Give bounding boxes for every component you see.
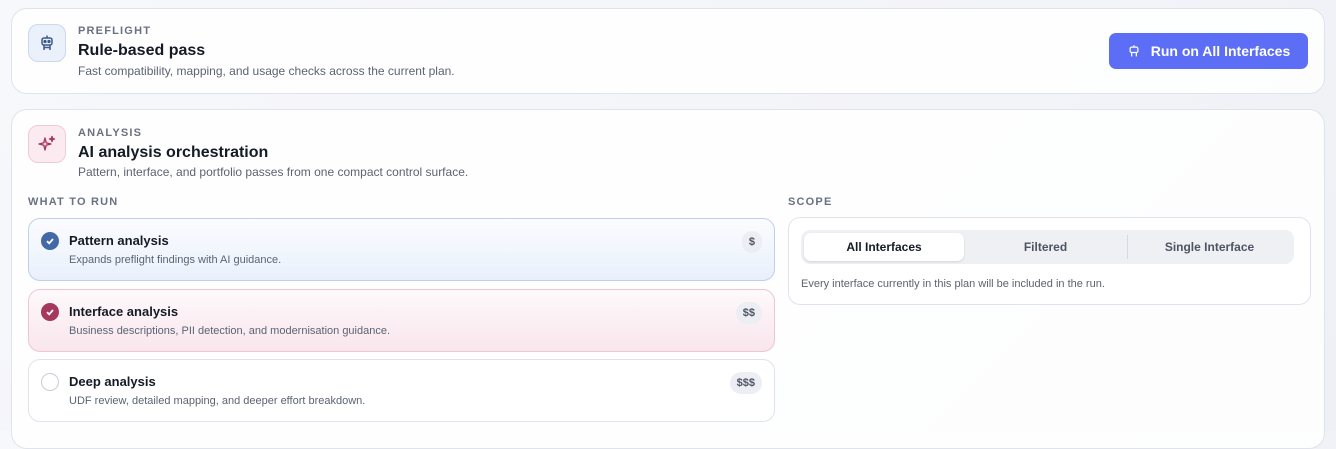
robot-icon — [28, 24, 66, 62]
checkmark-icon[interactable] — [41, 303, 59, 321]
analysis-eyebrow: ANALYSIS — [78, 127, 143, 139]
cost-badge: $ — [741, 231, 762, 253]
unchecked-circle-icon[interactable] — [41, 373, 59, 391]
what-to-run-label: WHAT TO RUN — [28, 196, 119, 208]
scope-panel: All Interfaces Filtered Single Interface… — [788, 217, 1311, 305]
robot-icon — [1129, 45, 1139, 57]
preflight-card: PREFLIGHT Rule-based pass Fast compatibi… — [11, 8, 1325, 94]
option-description: UDF review, detailed mapping, and deeper… — [69, 395, 366, 407]
run-all-interfaces-button[interactable]: Run on All Interfaces — [1109, 33, 1308, 69]
option-title: Interface analysis — [69, 304, 179, 319]
tab-all-interfaces[interactable]: All Interfaces — [804, 233, 964, 261]
scope-label: SCOPE — [788, 196, 833, 208]
analysis-card: ANALYSIS AI analysis orchestration Patte… — [11, 109, 1325, 449]
run-button-label: Run on All Interfaces — [1150, 43, 1291, 59]
sparkles-icon — [28, 125, 66, 163]
preflight-subtitle: Fast compatibility, mapping, and usage c… — [78, 64, 455, 78]
analysis-title: AI analysis orchestration — [78, 144, 269, 161]
option-title: Pattern analysis — [69, 233, 169, 248]
option-description: Expands preflight findings with AI guida… — [69, 254, 282, 266]
cost-badge: $$ — [735, 302, 762, 324]
option-title: Deep analysis — [69, 374, 156, 389]
tab-filtered[interactable]: Filtered — [964, 233, 1127, 261]
checkmark-icon[interactable] — [41, 232, 59, 250]
analysis-subtitle: Pattern, interface, and portfolio passes… — [78, 165, 469, 179]
preflight-title: Rule-based pass — [78, 42, 206, 59]
preflight-eyebrow: PREFLIGHT — [78, 25, 152, 37]
option-deep-analysis[interactable]: Deep analysis UDF review, detailed mappi… — [28, 359, 775, 422]
scope-segmented-control: All Interfaces Filtered Single Interface — [801, 230, 1294, 264]
option-interface-analysis[interactable]: Interface analysis Business descriptions… — [28, 289, 775, 352]
scope-note: Every interface currently in this plan w… — [801, 278, 1105, 290]
tab-single-interface[interactable]: Single Interface — [1128, 233, 1291, 261]
cost-badge: $$$ — [729, 372, 762, 394]
option-pattern-analysis[interactable]: Pattern analysis Expands preflight findi… — [28, 218, 775, 281]
option-description: Business descriptions, PII detection, an… — [69, 325, 391, 337]
